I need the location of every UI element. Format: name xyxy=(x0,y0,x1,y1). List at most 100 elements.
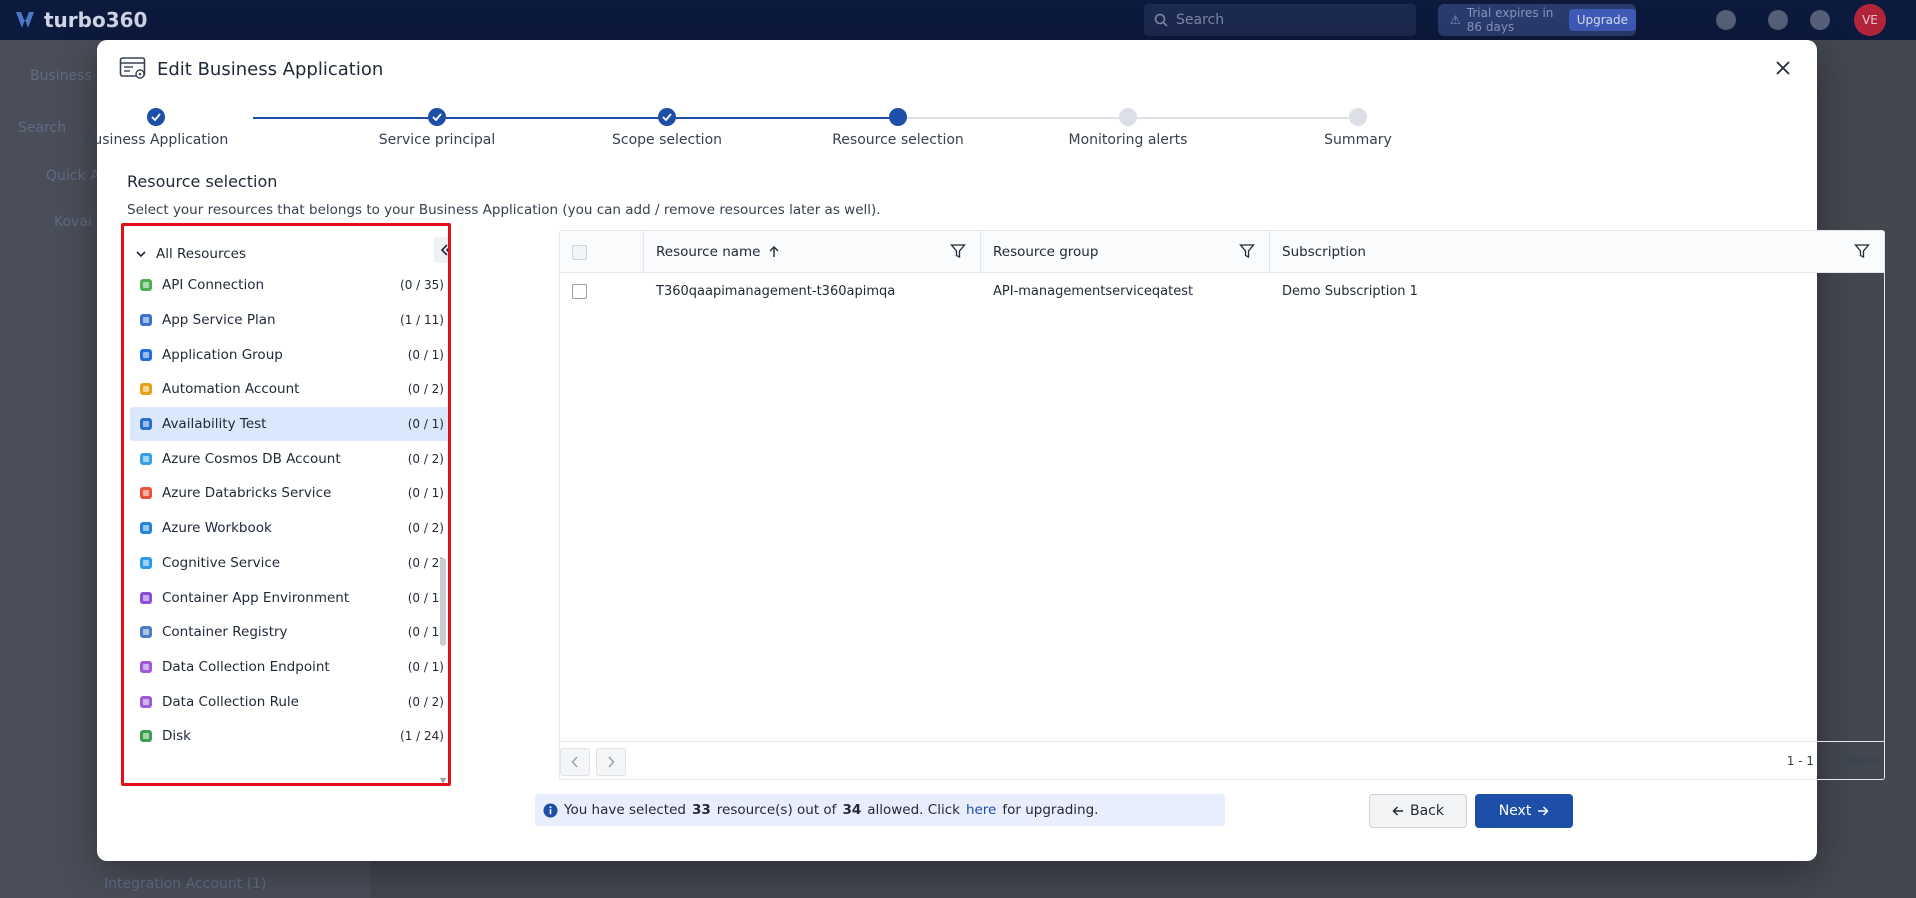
megaphone-icon[interactable] xyxy=(1716,10,1736,30)
column-subscription-label: Subscription xyxy=(1282,244,1366,260)
tree-item[interactable]: Azure Workbook (0 / 2) xyxy=(130,511,448,546)
tree-item-label: Disk xyxy=(162,728,191,745)
collapse-panel-button[interactable] xyxy=(434,237,448,263)
tree-item[interactable]: API Connection (0 / 35) xyxy=(130,268,448,303)
close-icon xyxy=(1776,61,1790,75)
tree-item[interactable]: App Service Plan (1 / 11) xyxy=(130,303,448,338)
tree-item[interactable]: Data Collection Rule (0 / 2) xyxy=(130,684,448,719)
filter-icon[interactable] xyxy=(1854,243,1870,259)
tree-item-label: Cognitive Service xyxy=(162,554,281,571)
wizard-step[interactable]: Summary xyxy=(1248,108,1468,148)
back-button[interactable]: Back xyxy=(1369,794,1467,828)
tree-item-label: Azure Cosmos DB Account xyxy=(162,450,341,467)
tree-item[interactable]: Cognitive Service (0 / 2) xyxy=(130,546,448,581)
avatar[interactable]: VE xyxy=(1854,4,1886,36)
tree-item-list: API Connection (0 / 35) App Service Plan (1… xyxy=(130,268,448,754)
allowed-count: 34 xyxy=(842,802,862,818)
tree-item-count: (0 / 1) xyxy=(407,417,444,432)
cell-resource-name: T360qaapimanagement-t360apimqa xyxy=(656,283,896,299)
tree-item-label: Container Registry xyxy=(162,624,288,641)
global-search[interactable]: Search xyxy=(1144,4,1416,36)
tree-item-label: App Service Plan xyxy=(162,312,276,329)
info-suffix: allowed. Click xyxy=(867,802,960,818)
next-page-button[interactable] xyxy=(596,748,626,776)
wizard-step-label: Monitoring alerts xyxy=(1068,132,1188,148)
wizard-step-label: Business Application xyxy=(83,132,229,148)
wizard-step-label: Resource selection xyxy=(832,132,964,148)
wizard-step[interactable]: Resource selection xyxy=(788,108,1008,148)
tree-item[interactable]: Application Group (0 / 1) xyxy=(130,337,448,372)
grid-header: Resource name Resource group Subscriptio… xyxy=(560,231,1884,273)
scroll-down-arrow-icon[interactable]: ▼ xyxy=(440,776,446,783)
tree-item[interactable]: Availability Test (0 / 1) xyxy=(130,406,448,442)
gear-icon[interactable] xyxy=(1810,10,1830,30)
search-icon xyxy=(1154,13,1168,27)
bg-kovai: Kovai xyxy=(54,214,92,230)
tree-item-count: (0 / 2) xyxy=(407,694,444,709)
selection-info-bar: You have selected 33 resource(s) out of … xyxy=(535,794,1225,826)
dialog-header: Edit Business Application xyxy=(119,56,383,82)
info-prefix: You have selected xyxy=(564,802,686,818)
chevron-down-icon xyxy=(136,251,146,258)
step-complete-icon xyxy=(658,108,676,126)
application-group-icon xyxy=(138,347,154,363)
data-collection-rule-icon xyxy=(138,694,154,710)
tree-item-label: Azure Workbook xyxy=(162,520,272,537)
tree-item-count: (0 / 1) xyxy=(407,625,444,640)
tree-scrollbar-thumb[interactable] xyxy=(440,558,446,646)
bg-integration-account: Integration Account (1) xyxy=(104,876,267,892)
tree-scrollbar[interactable] xyxy=(440,268,446,778)
tree-item-count: (0 / 1) xyxy=(407,486,444,501)
warning-icon: ⚠ xyxy=(1450,13,1461,27)
resource-grid: Resource name Resource group Subscriptio… xyxy=(559,230,1885,780)
upgrade-link[interactable]: here xyxy=(966,802,996,818)
next-button[interactable]: Next xyxy=(1475,794,1573,828)
upgrade-button[interactable]: Upgrade xyxy=(1568,9,1636,31)
wizard-step[interactable]: Business Application xyxy=(46,108,266,148)
workbook-icon xyxy=(138,520,154,536)
header-checkbox-cell xyxy=(560,231,644,273)
step-current-icon xyxy=(889,108,907,126)
filter-icon[interactable] xyxy=(1239,243,1255,259)
column-resource-group-label: Resource group xyxy=(993,244,1099,260)
cosmos-db-icon xyxy=(138,451,154,467)
tree-root-label: All Resources xyxy=(156,246,246,262)
tree-item[interactable]: Container Registry (0 / 1) xyxy=(130,615,448,650)
tree-item[interactable]: Data Collection Endpoint (0 / 1) xyxy=(130,650,448,685)
tree-item[interactable]: Azure Databricks Service (0 / 1) xyxy=(130,476,448,511)
bell-icon[interactable] xyxy=(1768,10,1788,30)
app-logo[interactable]: turbo360 xyxy=(14,8,147,32)
table-row[interactable]: T360qaapimanagement-t360apimqa API-manag… xyxy=(560,273,1884,309)
close-button[interactable] xyxy=(1769,54,1797,82)
wizard-step[interactable]: Service principal xyxy=(327,108,547,148)
tree-item[interactable]: Container App Environment (0 / 1) xyxy=(130,580,448,615)
top-bar: turbo360 Search ⚠ Trial expires in 86 da… xyxy=(0,0,1916,40)
tree-item[interactable]: Disk (1 / 24) xyxy=(130,719,448,754)
tree-item-count: (0 / 2) xyxy=(407,382,444,397)
tree-item[interactable]: Automation Account (0 / 2) xyxy=(130,372,448,407)
column-resource-name[interactable]: Resource name xyxy=(644,231,981,273)
select-all-checkbox[interactable] xyxy=(572,244,587,260)
wizard-step[interactable]: Scope selection xyxy=(557,108,777,148)
tree-root-all-resources[interactable]: All Resources xyxy=(136,246,246,262)
bg-quick-access: Quick A xyxy=(46,168,100,184)
tree-item[interactable]: Azure Cosmos DB Account (0 / 2) xyxy=(130,441,448,476)
tree-item-count: (1 / 24) xyxy=(400,729,444,744)
wizard-step[interactable]: Monitoring alerts xyxy=(1018,108,1238,148)
row-checkbox[interactable] xyxy=(572,283,587,299)
filter-icon[interactable] xyxy=(950,243,966,259)
trial-text: Trial expires in 86 days xyxy=(1466,6,1554,34)
tree-item-count: (1 / 11) xyxy=(400,313,444,328)
step-pending-icon xyxy=(1119,108,1137,126)
column-subscription[interactable]: Subscription xyxy=(1270,231,1884,273)
tree-item-count: (0 / 2) xyxy=(407,555,444,570)
tree-item-count: (0 / 1) xyxy=(407,347,444,362)
data-collection-endpoint-icon xyxy=(138,659,154,675)
column-resource-group[interactable]: Resource group xyxy=(981,231,1270,273)
previous-page-button[interactable] xyxy=(560,748,590,776)
container-app-env-icon xyxy=(138,590,154,606)
databricks-icon xyxy=(138,485,154,501)
app-logo-text: turbo360 xyxy=(44,8,148,32)
edit-business-application-dialog: Edit Business Application Business Appli… xyxy=(84,40,1885,861)
availability-test-icon xyxy=(138,416,154,432)
